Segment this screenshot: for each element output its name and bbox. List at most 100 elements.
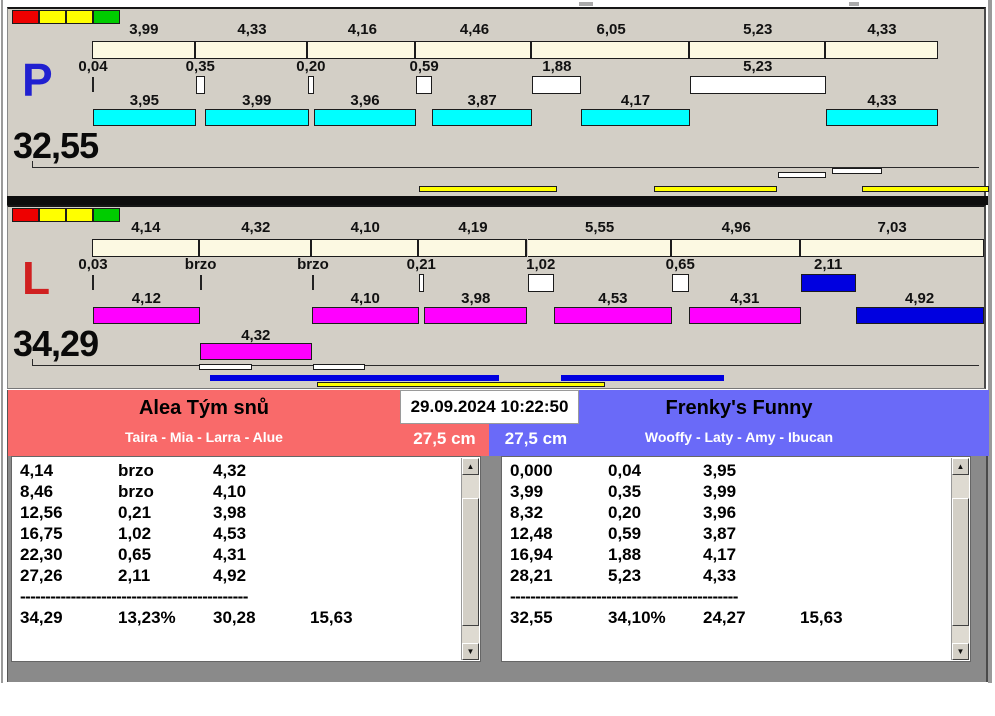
penalty-bar <box>418 274 424 292</box>
split-time-label: 4,96 <box>721 219 751 236</box>
table-cell: 3,96 <box>703 503 737 522</box>
lane-letter: P <box>22 54 53 106</box>
penalty-label: 1,88 <box>542 58 572 75</box>
table-cell: 3,87 <box>703 524 737 543</box>
table-separator: ----------------------------------------… <box>510 587 738 606</box>
table-cell: 4,32 <box>213 461 247 480</box>
split-segment <box>418 239 528 257</box>
run-time-label: 3,98 <box>461 290 491 307</box>
penalty-bar <box>527 274 555 292</box>
penalty-label: 0,21 <box>406 256 436 273</box>
split-segment <box>671 239 801 257</box>
run-time-bar <box>424 307 528 324</box>
timing-app-window: P 3,99 0,04 3,95 4,33 0,35 3,99 4,16 0,20 3,96 4,4… <box>1 0 992 683</box>
results-table-left[interactable]: ▲ ▼ 4,14 brzo 4,32 8,46 brzo 4,10 12,56 0,21 3,9… <box>11 456 481 662</box>
penalty-label: 1,02 <box>526 256 556 273</box>
table-scrollbar[interactable]: ▲ ▼ <box>951 458 969 660</box>
split-segment <box>195 41 309 59</box>
table-cell: 34,10% <box>608 608 666 627</box>
penalty-bar <box>195 76 205 94</box>
penalty-label: brzo <box>297 256 329 273</box>
team-name-left: Alea Tým snů <box>138 397 270 419</box>
comparison-mark-bar <box>654 186 777 192</box>
jump-height-badge-right: 27,5 cm <box>489 424 583 456</box>
start-light-3 <box>93 208 120 222</box>
split-time-label: 4,32 <box>241 219 271 236</box>
comparison-mark-bar <box>778 172 826 178</box>
run-time-label: 4,32 <box>241 327 271 344</box>
table-cell: 15,63 <box>800 608 843 627</box>
run-time-bar <box>855 307 984 324</box>
run-time-bar <box>431 109 533 126</box>
split-time-label: 6,05 <box>596 21 626 38</box>
up-arrow-icon: ▲ <box>956 462 965 471</box>
scrollbar-thumb[interactable] <box>952 498 969 626</box>
run-time-label: 4,17 <box>620 92 651 109</box>
scroll-up-button[interactable]: ▲ <box>952 458 969 475</box>
split-segment <box>800 239 984 257</box>
table-cell: 32,55 <box>510 608 553 627</box>
run-time-bar <box>311 307 419 324</box>
run-time-bar <box>688 307 801 324</box>
run-time-bar <box>313 109 417 126</box>
table-cell: 8,32 <box>510 503 544 522</box>
jump-height-badge-left: 27,5 cm <box>400 424 489 456</box>
scoreboard-panel: Alea Tým snů Taira - Mia - Larra - Alue … <box>7 390 989 682</box>
table-cell: 3,99 <box>510 482 544 501</box>
table-scrollbar[interactable]: ▲ ▼ <box>461 458 479 660</box>
penalty-bar <box>532 76 582 94</box>
start-light-2 <box>66 10 93 24</box>
table-cell: 0,35 <box>608 482 642 501</box>
split-time-label: 7,03 <box>877 219 907 236</box>
penalty-label: brzo <box>184 256 217 273</box>
table-cell: 0,65 <box>118 545 152 564</box>
split-segment <box>532 41 690 59</box>
scroll-up-button[interactable]: ▲ <box>462 458 479 475</box>
split-segment <box>689 41 826 59</box>
table-cell: 4,10 <box>213 482 247 501</box>
split-time-label: 4,19 <box>458 219 488 236</box>
run-time-bar <box>199 343 312 360</box>
comparison-mark-bar <box>199 364 252 370</box>
table-cell: 34,29 <box>20 608 63 627</box>
penalty-label: 0,20 <box>296 58 326 75</box>
run-time-bar <box>93 109 196 126</box>
split-segment <box>311 239 419 257</box>
table-cell: 4,33 <box>703 566 737 585</box>
table-cell: 1,88 <box>608 545 642 564</box>
scroll-down-button[interactable]: ▼ <box>952 643 969 660</box>
scoreboard-footer-band <box>8 662 986 682</box>
table-cell: 15,63 <box>310 608 353 627</box>
penalty-tick <box>311 275 314 290</box>
table-separator: ----------------------------------------… <box>20 587 248 606</box>
penalty-bar <box>671 274 689 292</box>
penalty-label: 2,11 <box>814 256 843 273</box>
penalty-label: 5,23 <box>743 58 773 75</box>
datetime-display: 29.09.2024 10:22:50 <box>400 390 579 424</box>
comparison-mark-bar <box>832 168 882 174</box>
title-strip-mark <box>849 2 859 6</box>
table-cell: 4,14 <box>20 461 54 480</box>
table-cell: 8,46 <box>20 482 54 501</box>
run-time-label: 4,53 <box>598 290 628 307</box>
table-cell: 22,30 <box>20 545 63 564</box>
split-segment <box>527 239 672 257</box>
scroll-down-button[interactable]: ▼ <box>462 643 479 660</box>
lane-total-time: 32,55 <box>13 125 99 166</box>
table-cell: 4,17 <box>703 545 737 564</box>
table-cell: 16,94 <box>510 545 553 564</box>
penalty-label: 0,03 <box>78 256 108 273</box>
run-time-label: 3,95 <box>129 92 159 109</box>
results-table-right[interactable]: ▲ ▼ 0,000 0,04 3,95 3,99 0,35 3,99 8,32 0,20 3,9… <box>501 456 971 662</box>
table-cell: 30,28 <box>213 608 256 627</box>
comparison-mark-bar <box>419 186 557 192</box>
table-cell: 2,11 <box>118 566 151 585</box>
table-cell: 3,99 <box>703 482 737 501</box>
table-cell: 0,04 <box>608 461 642 480</box>
table-cell: 3,98 <box>213 503 247 522</box>
penalty-label: 0,04 <box>78 58 108 75</box>
run-time-label: 4,10 <box>350 290 380 307</box>
title-strip <box>3 0 988 7</box>
scrollbar-thumb[interactable] <box>462 498 479 626</box>
down-arrow-icon: ▼ <box>466 647 475 656</box>
